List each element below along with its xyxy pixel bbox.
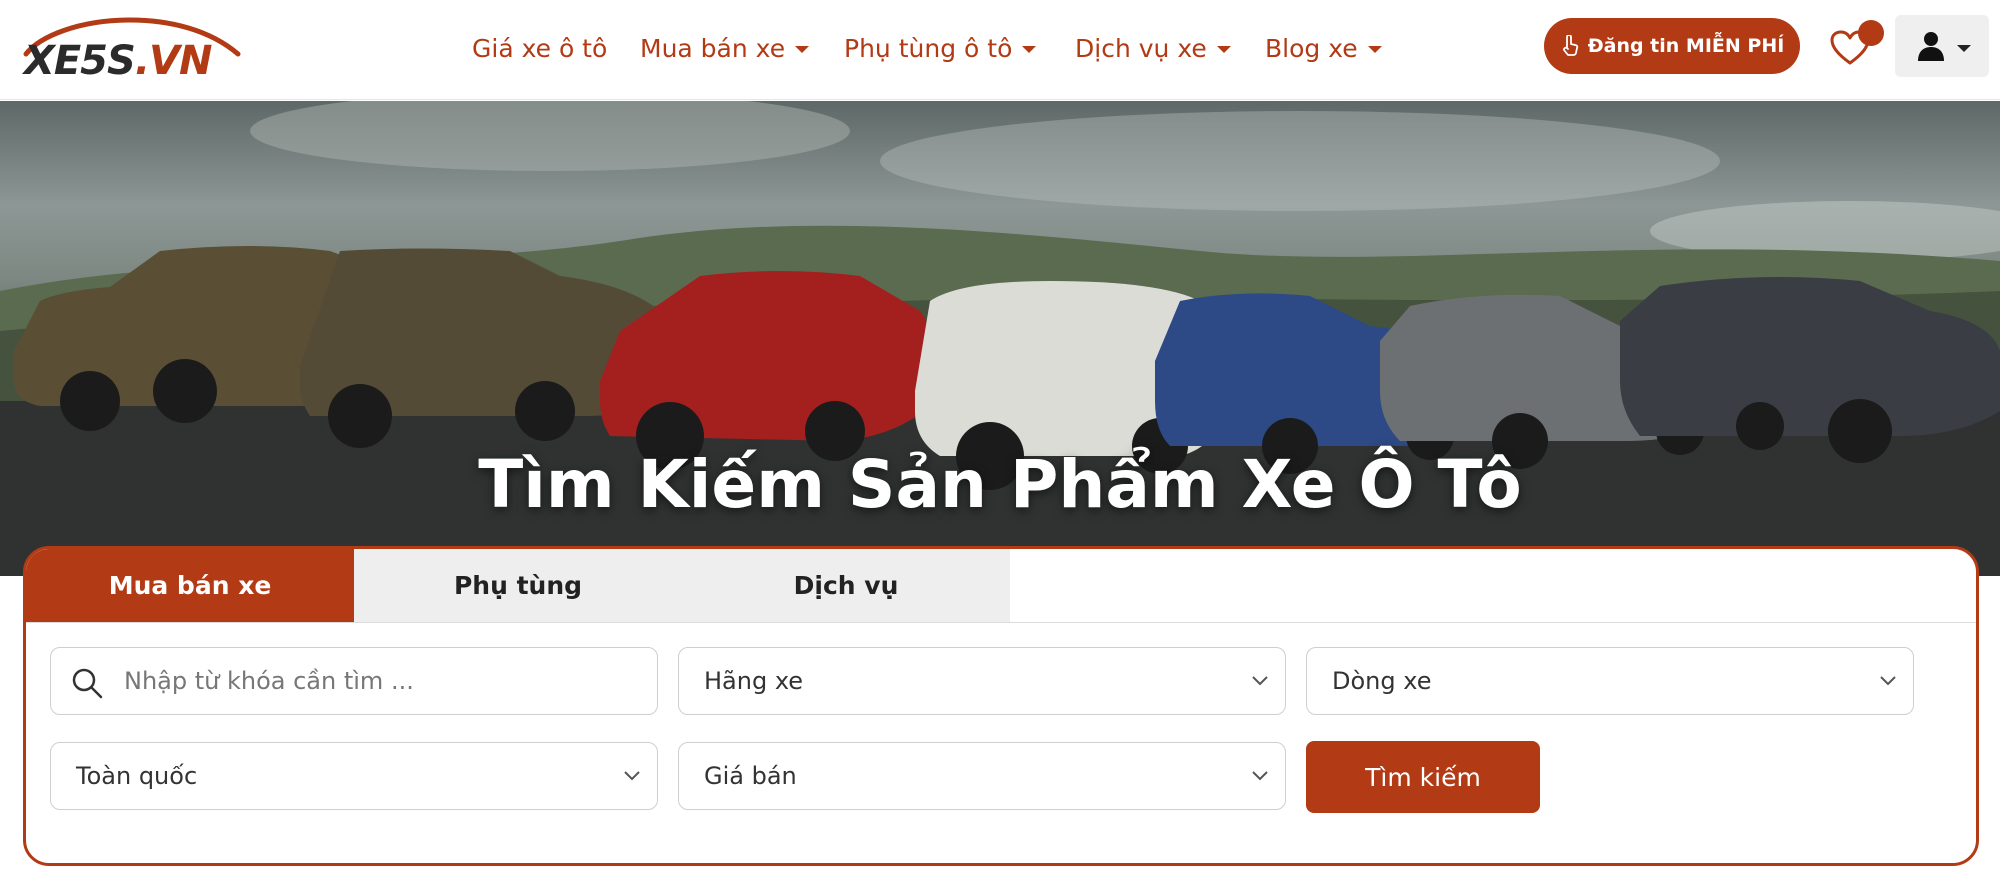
- model-select[interactable]: Dòng xe: [1306, 647, 1914, 715]
- search-icon: [72, 668, 103, 699]
- price-select-value: Giá bán: [704, 762, 797, 790]
- site-header: XE5S.VN Giá xe ô tô Mua bán xe Phụ tùng …: [0, 0, 2000, 100]
- chevron-down-icon: [1252, 676, 1268, 686]
- chevron-down-icon: [624, 771, 640, 781]
- model-select-value: Dòng xe: [1332, 667, 1432, 695]
- brand-select-value: Hãng xe: [704, 667, 804, 695]
- tab-services[interactable]: Dịch vụ: [682, 549, 1010, 622]
- account-menu-button[interactable]: [1895, 15, 1989, 77]
- nav-item-buy-sell[interactable]: Mua bán xe: [640, 28, 810, 68]
- logo-text: XE5S.VN: [24, 38, 213, 84]
- nav-item-label: Dịch vụ xe: [1075, 33, 1207, 63]
- nav-item-label: Mua bán xe: [640, 33, 786, 63]
- price-select[interactable]: Giá bán: [678, 742, 1286, 810]
- nav-item-blog[interactable]: Blog xe: [1265, 28, 1382, 68]
- favorites-badge: [1858, 20, 1884, 46]
- search-panel: Mua bán xe Phụ tùng Dịch vụ Nhập từ khóa…: [23, 546, 1979, 866]
- caret-down-icon: [1216, 45, 1231, 53]
- nav-item-services[interactable]: Dịch vụ xe: [1075, 28, 1231, 68]
- nav-item-label: Phụ tùng ô tô: [844, 33, 1013, 63]
- post-listing-label: Đăng tin MIỄN PHÍ: [1587, 35, 1785, 57]
- logo-text-accent: .VN: [134, 38, 213, 84]
- caret-down-icon: [1022, 45, 1037, 53]
- search-tabs: Mua bán xe Phụ tùng Dịch vụ: [26, 549, 1976, 623]
- nav-item-label: Giá xe ô tô: [472, 33, 608, 63]
- caret-down-icon: [795, 45, 810, 53]
- site-logo[interactable]: XE5S.VN: [20, 14, 245, 84]
- caret-down-icon: [1367, 45, 1382, 53]
- keyword-search-input[interactable]: Nhập từ khóa cần tìm ...: [50, 647, 658, 715]
- hero-title: Tìm Kiếm Sản Phẩm Xe Ô Tô: [478, 446, 1522, 523]
- search-submit-button[interactable]: Tìm kiếm: [1306, 741, 1540, 813]
- region-select-value: Toàn quốc: [76, 762, 198, 790]
- user-icon: [1918, 32, 1944, 61]
- chevron-down-icon: [1252, 771, 1268, 781]
- tab-parts[interactable]: Phụ tùng: [354, 549, 682, 622]
- brand-select[interactable]: Hãng xe: [678, 647, 1286, 715]
- hand-pointer-icon: [1562, 35, 1578, 56]
- nav-item-parts[interactable]: Phụ tùng ô tô: [844, 28, 1037, 68]
- post-listing-button[interactable]: Đăng tin MIỄN PHÍ: [1544, 18, 1800, 74]
- nav-item-car-prices[interactable]: Giá xe ô tô: [472, 28, 607, 68]
- nav-item-label: Blog xe: [1265, 33, 1358, 63]
- favorites-button[interactable]: [1828, 20, 1884, 68]
- region-select[interactable]: Toàn quốc: [50, 742, 658, 810]
- hero-banner: Tìm Kiếm Sản Phẩm Xe Ô Tô: [0, 101, 2000, 576]
- chevron-down-icon: [1880, 676, 1896, 686]
- caret-down-icon: [1957, 45, 1971, 52]
- keyword-placeholder: Nhập từ khóa cần tìm ...: [124, 667, 414, 695]
- logo-text-main: XE5S: [24, 38, 136, 84]
- tab-buy-sell[interactable]: Mua bán xe: [26, 549, 354, 622]
